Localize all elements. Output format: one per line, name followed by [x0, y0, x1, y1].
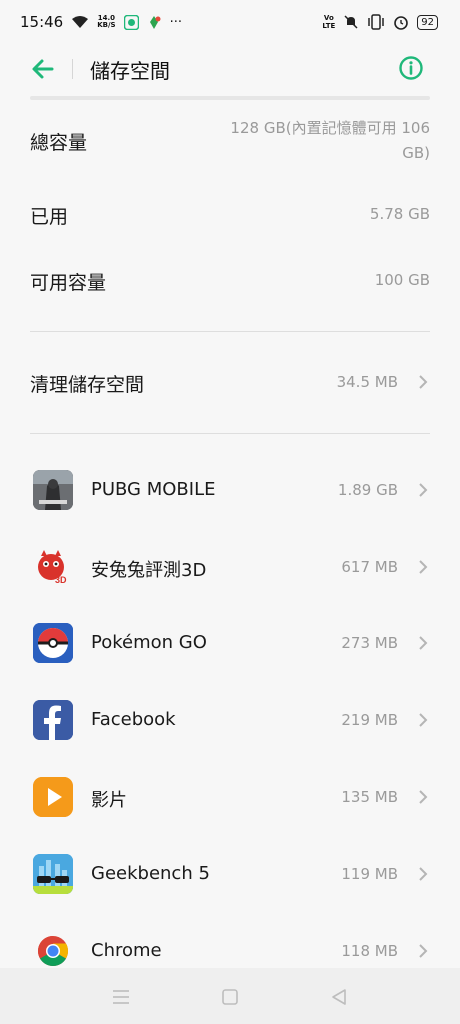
chevron-right-icon [419, 867, 428, 881]
more-notifications-icon: ··· [169, 14, 182, 30]
used-row: 已用 5.78 GB [30, 200, 430, 230]
volte-top: Vo [323, 14, 334, 22]
status-right: Vo LTE 92 [322, 14, 438, 30]
app-header: 儲存空間 [0, 44, 460, 94]
app-name: Geekbench 5 [91, 863, 210, 884]
chevron-right-icon [419, 790, 428, 804]
total-capacity-value: 128 GB(內置記憶體可用 106 GB) [230, 119, 430, 162]
page-title: 儲存空間 [90, 59, 170, 83]
clean-storage-value: 34.5 MB [336, 373, 398, 391]
app-list-item[interactable]: Facebook 219 MB [0, 690, 460, 750]
available-value: 100 GB [374, 271, 430, 289]
status-bar: 15:46 14.0 KB/S ··· Vo LTE 92 [0, 0, 460, 44]
app-name: Pokémon GO [91, 632, 207, 653]
battery-icon: 92 [417, 14, 438, 30]
wechat-icon [123, 14, 139, 30]
app-name: 安兔兔評測3D [91, 560, 207, 581]
app-name: Chrome [91, 940, 162, 961]
app-name: PUBG MOBILE [91, 479, 216, 500]
app-size: 119 MB [341, 865, 398, 883]
used-value: 5.78 GB [369, 205, 430, 223]
total-capacity-row: 總容量 128 GB(內置記憶體可用 106 GB) [30, 116, 430, 170]
vibrate-icon [368, 14, 385, 30]
app-size: 273 MB [341, 634, 398, 652]
network-speed: 14.0 KB/S [97, 15, 115, 29]
app-list-item[interactable]: Pokémon GO 273 MB [0, 613, 460, 673]
app-size: 219 MB [341, 711, 398, 729]
video-play-icon [33, 777, 73, 817]
chevron-right-icon [419, 375, 428, 389]
network-speed-unit: KB/S [97, 21, 116, 29]
chevron-right-icon [419, 713, 428, 727]
app-notification-icon [149, 15, 161, 29]
chrome-icon [33, 931, 73, 971]
chevron-right-icon [419, 944, 428, 958]
pokeball-icon [33, 623, 73, 663]
info-icon[interactable] [398, 55, 424, 81]
facebook-icon [33, 700, 73, 740]
app-name: Facebook [91, 709, 176, 730]
home-icon[interactable] [219, 986, 241, 1008]
geekbench-icon [33, 854, 73, 894]
back-arrow-icon[interactable] [30, 56, 56, 82]
alarm-icon [394, 16, 409, 30]
section-divider-1 [30, 331, 430, 332]
volte-bottom: LTE [322, 22, 336, 30]
header-divider [72, 59, 73, 79]
status-time: 15:46 [20, 13, 64, 31]
clean-storage-row[interactable]: 清理儲存空間 34.5 MB [30, 360, 430, 406]
pubg-icon [33, 470, 73, 510]
available-label: 可用容量 [30, 272, 107, 294]
app-list-item[interactable]: Geekbench 5 119 MB [0, 844, 460, 904]
app-name: 影片 [91, 790, 127, 811]
volte-icon: Vo LTE [322, 14, 335, 30]
antutu-badge-label: 3D [55, 575, 67, 585]
header-shadow-rule [30, 96, 430, 100]
status-left: 15:46 14.0 KB/S ··· [20, 13, 182, 31]
chevron-right-icon [419, 560, 428, 574]
app-list-item[interactable]: 影片 135 MB [0, 767, 460, 827]
app-list-item[interactable]: PUBG MOBILE 1.89 GB [0, 460, 460, 520]
clean-storage-label: 清理儲存空間 [30, 374, 145, 396]
used-label: 已用 [30, 206, 69, 228]
app-list-item[interactable]: 3D 安兔兔評測3D 617 MB [0, 537, 460, 597]
app-size: 135 MB [341, 788, 398, 806]
menu-icon[interactable] [110, 986, 132, 1008]
system-nav-bar [0, 968, 460, 1024]
wifi-icon [72, 16, 89, 28]
app-size: 118 MB [341, 942, 398, 960]
section-divider-2 [30, 433, 430, 434]
total-capacity-label: 總容量 [30, 132, 88, 154]
available-row: 可用容量 100 GB [30, 266, 430, 296]
app-size: 1.89 GB [337, 481, 398, 499]
app-size: 617 MB [341, 558, 398, 576]
antutu-3d-icon: 3D [33, 547, 73, 587]
mute-icon [344, 15, 358, 29]
chevron-right-icon [419, 636, 428, 650]
back-triangle-icon[interactable] [328, 986, 350, 1008]
chevron-right-icon [419, 483, 428, 497]
